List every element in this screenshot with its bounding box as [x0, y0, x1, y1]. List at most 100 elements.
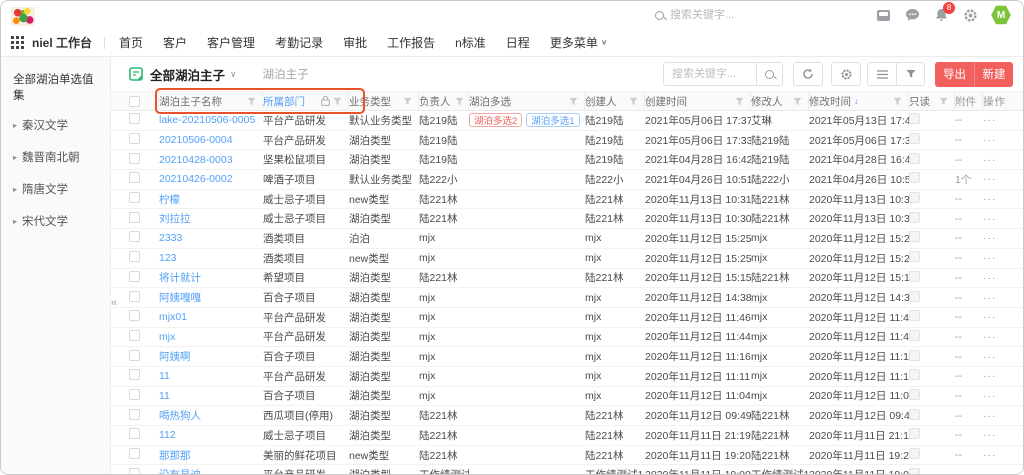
- view-tab[interactable]: 湖泊主子: [263, 66, 309, 82]
- row-actions-button[interactable]: ···: [983, 410, 1013, 422]
- row-actions-button[interactable]: ···: [983, 252, 1013, 264]
- nav-item-审批[interactable]: 审批: [343, 34, 367, 51]
- create-button[interactable]: 新建: [974, 62, 1013, 87]
- column-header-修改人[interactable]: 修改人: [751, 92, 809, 110]
- column-header-附件[interactable]: 附件: [955, 92, 983, 110]
- column-header-业务类型[interactable]: 业务类型: [349, 92, 419, 110]
- row-actions-button[interactable]: ···: [983, 469, 1013, 475]
- column-header-操作[interactable]: 操作: [983, 92, 1013, 110]
- record-name-link[interactable]: 20210426-0002: [159, 173, 263, 185]
- filter-funnel-icon[interactable]: [569, 97, 578, 106]
- record-name-link[interactable]: 柠檬: [159, 192, 263, 207]
- column-header-只读[interactable]: 只读: [909, 92, 955, 110]
- record-name-link[interactable]: 112: [159, 429, 263, 441]
- workspace-title[interactable]: niel 工作台: [32, 34, 92, 51]
- table-row[interactable]: 喝热狗人西瓜项目(停用)湖泊类型陆221林陆221林2020年11月12日 09…: [111, 406, 1023, 426]
- table-row[interactable]: 20210506-0004平台产品研发湖泊类型陆219陆陆219陆2021年05…: [111, 131, 1023, 151]
- view-title[interactable]: 全部湖泊主子: [150, 65, 225, 84]
- filter-funnel-icon[interactable]: [735, 97, 744, 106]
- readonly-checkbox[interactable]: [909, 212, 920, 223]
- table-row[interactable]: 阿姨嘎嘎百合子项目湖泊类型mjxmjx2020年11月12日 14:38mjx2…: [111, 288, 1023, 308]
- readonly-checkbox[interactable]: [909, 192, 920, 203]
- app-grid-icon[interactable]: [11, 36, 24, 49]
- expand-triangle-icon[interactable]: ▸: [13, 153, 17, 162]
- record-name-link[interactable]: 11: [159, 370, 263, 382]
- user-avatar[interactable]: M: [991, 5, 1011, 25]
- row-actions-button[interactable]: ···: [983, 331, 1013, 343]
- record-name-link[interactable]: 20210506-0004: [159, 134, 263, 146]
- settings-gear-icon[interactable]: [962, 7, 978, 23]
- export-button[interactable]: 导出: [935, 62, 974, 87]
- row-actions-button[interactable]: ···: [983, 351, 1013, 363]
- nav-item-客户[interactable]: 客户: [163, 34, 187, 51]
- global-search[interactable]: [655, 9, 805, 21]
- company-logo[interactable]: [11, 7, 35, 26]
- column-settings-button[interactable]: [831, 62, 861, 86]
- row-checkbox[interactable]: [129, 251, 140, 262]
- row-actions-button[interactable]: ···: [983, 232, 1013, 244]
- record-name-link[interactable]: 2333: [159, 232, 263, 244]
- row-checkbox[interactable]: [129, 153, 140, 164]
- table-row[interactable]: 20210428-0003坚果松鼠项目湖泊类型陆219陆陆219陆2021年04…: [111, 150, 1023, 170]
- view-title-chevron-icon[interactable]: ∨: [230, 69, 237, 80]
- row-checkbox[interactable]: [129, 271, 140, 282]
- row-actions-button[interactable]: ···: [983, 390, 1013, 402]
- readonly-checkbox[interactable]: [909, 291, 920, 302]
- filter-funnel-icon[interactable]: [793, 97, 802, 106]
- filter-funnel-icon[interactable]: [629, 97, 638, 106]
- table-search[interactable]: [663, 62, 783, 86]
- row-checkbox[interactable]: [129, 231, 140, 242]
- refresh-button[interactable]: [793, 62, 823, 86]
- nav-item-n标准[interactable]: n标准: [455, 34, 486, 51]
- readonly-checkbox[interactable]: [909, 310, 920, 321]
- record-name-link[interactable]: 123: [159, 252, 263, 264]
- table-row[interactable]: 11平台产品研发湖泊类型mjxmjx2020年11月12日 11:11mjx20…: [111, 367, 1023, 387]
- row-actions-button[interactable]: ···: [983, 213, 1013, 225]
- nav-item-首页[interactable]: 首页: [119, 34, 143, 51]
- table-row[interactable]: 阿姨啊百合子项目湖泊类型mjxmjx2020年11月12日 11:16mjx20…: [111, 347, 1023, 367]
- filter-funnel-icon[interactable]: [403, 97, 412, 106]
- nav-item-考勤记录[interactable]: 考勤记录: [275, 34, 323, 51]
- readonly-checkbox[interactable]: [909, 133, 920, 144]
- nav-item-工作报告[interactable]: 工作报告: [387, 34, 435, 51]
- filter-funnel-icon[interactable]: [939, 97, 948, 106]
- row-checkbox[interactable]: [129, 212, 140, 223]
- row-actions-button[interactable]: ···: [983, 134, 1013, 146]
- sidebar-item-隋唐文学[interactable]: ▸隋唐文学: [13, 181, 102, 197]
- row-checkbox[interactable]: [129, 113, 140, 124]
- readonly-checkbox[interactable]: [909, 330, 920, 341]
- sidebar-item-秦汉文学[interactable]: ▸秦汉文学: [13, 117, 102, 133]
- readonly-checkbox[interactable]: [909, 409, 920, 420]
- readonly-checkbox[interactable]: [909, 153, 920, 164]
- expand-triangle-icon[interactable]: ▸: [13, 217, 17, 226]
- column-header-创建人[interactable]: 创建人: [585, 92, 645, 110]
- expand-triangle-icon[interactable]: ▸: [13, 185, 17, 194]
- row-actions-button[interactable]: ···: [983, 154, 1013, 166]
- table-search-input[interactable]: [664, 68, 756, 80]
- table-row[interactable]: 没有昌迪平台产品研发湖泊类型工作绩测试1工作绩测试12020年11月11日 19…: [111, 465, 1023, 475]
- column-header-修改时间[interactable]: 修改时间↓: [809, 92, 909, 110]
- readonly-checkbox[interactable]: [909, 271, 920, 282]
- column-header-所属部门[interactable]: 所属部门: [263, 92, 349, 110]
- table-row[interactable]: 2333酒类项目泊泊mjxmjx2020年11月12日 15:25mjx2020…: [111, 229, 1023, 249]
- readonly-checkbox[interactable]: [909, 468, 920, 475]
- column-header-湖泊多选[interactable]: 湖泊多选: [469, 92, 585, 110]
- record-name-link[interactable]: 喝热狗人: [159, 408, 263, 423]
- notification-bell-icon[interactable]: 8: [933, 7, 949, 23]
- row-actions-button[interactable]: ···: [983, 173, 1013, 185]
- row-actions-button[interactable]: ···: [983, 449, 1013, 461]
- row-actions-button[interactable]: ···: [983, 370, 1013, 382]
- workbench-icon[interactable]: [875, 7, 891, 23]
- table-row[interactable]: 刘拉拉威士忌子项目湖泊类型陆221林陆221林2020年11月13日 10:30…: [111, 209, 1023, 229]
- sort-desc-icon[interactable]: ↓: [854, 96, 859, 106]
- nav-item-日程[interactable]: 日程: [506, 34, 530, 51]
- readonly-checkbox[interactable]: [909, 251, 920, 262]
- table-row[interactable]: 20210426-0002啤酒子项目默认业务类型陆222小陆222小2021年0…: [111, 170, 1023, 190]
- sidebar-item-魏晋南北朝[interactable]: ▸魏晋南北朝: [13, 149, 102, 165]
- row-checkbox[interactable]: [129, 192, 140, 203]
- filter-funnel-icon[interactable]: [247, 97, 256, 106]
- table-row[interactable]: 那那那美丽的鲜花项目new类型陆221林陆221林2020年11月11日 19:…: [111, 446, 1023, 466]
- readonly-checkbox[interactable]: [909, 172, 920, 183]
- record-name-link[interactable]: 阿姨嘎嘎: [159, 290, 263, 305]
- readonly-checkbox[interactable]: [909, 231, 920, 242]
